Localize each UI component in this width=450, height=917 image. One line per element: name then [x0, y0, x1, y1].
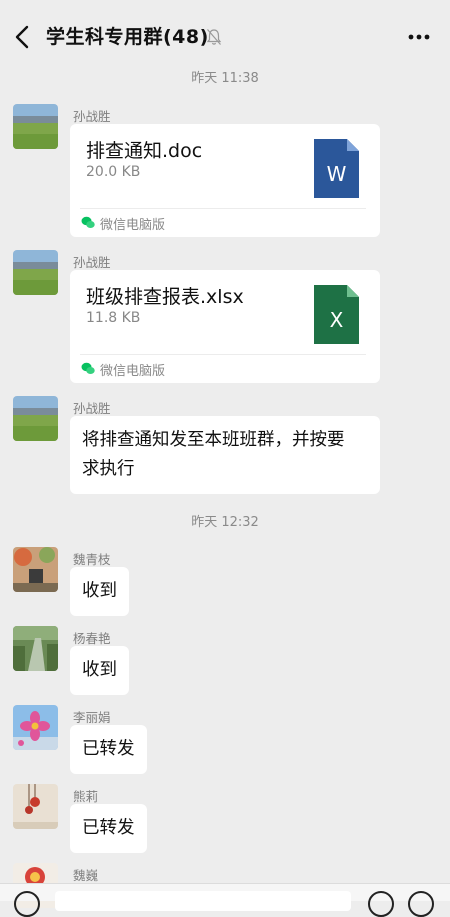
svg-text:X: X	[330, 308, 344, 332]
wechat-pc-icon	[81, 362, 95, 374]
file-name: 班级排查报表.xlsx	[86, 286, 244, 308]
voice-input-icon[interactable]	[14, 891, 40, 917]
sender-name: 孙战胜	[73, 109, 111, 124]
sender-name: 熊莉	[73, 789, 99, 804]
message-text-line: 求执行	[82, 459, 135, 479]
landscape-avatar-image	[13, 104, 58, 149]
chat-title: 学生科专用群(48)	[46, 26, 209, 48]
avatar[interactable]	[13, 626, 58, 671]
back-arrow-icon[interactable]	[12, 24, 34, 50]
more-options-icon[interactable]	[408, 34, 430, 40]
sender-name: 李丽娟	[73, 710, 111, 725]
avatar[interactable]	[13, 396, 58, 441]
text-message-bubble[interactable]: 将排查通知发至本班班群，并按要 求执行	[70, 416, 380, 494]
message-text: 收到	[82, 660, 117, 680]
sender-name: 魏青枝	[73, 552, 111, 567]
divider	[80, 354, 366, 355]
chat-header: 学生科专用群(48)	[0, 0, 450, 70]
emoji-icon[interactable]	[368, 891, 394, 917]
svg-text:W: W	[327, 162, 347, 186]
sender-name: 杨春艳	[73, 631, 111, 646]
flower-avatar-image	[13, 705, 58, 750]
sender-name: 魏巍	[73, 868, 99, 883]
message-text: 收到	[82, 581, 117, 601]
plus-icon[interactable]	[408, 891, 434, 917]
wechat-pc-icon	[81, 216, 95, 228]
divider	[80, 208, 366, 209]
word-doc-icon: W	[314, 139, 359, 198]
excel-xlsx-icon: X	[314, 285, 359, 344]
sender-name: 孙战胜	[73, 255, 111, 270]
input-bar	[0, 883, 450, 917]
text-message-bubble[interactable]: 已转发	[70, 804, 147, 853]
text-message-bubble[interactable]: 收到	[70, 567, 129, 616]
file-message-bubble[interactable]: 班级排查报表.xlsx 11.8 KB X 微信电脑版	[70, 270, 380, 383]
file-size: 11.8 KB	[86, 310, 141, 326]
landscape-avatar-image	[13, 396, 58, 441]
message-input[interactable]	[55, 891, 351, 911]
text-message-bubble[interactable]: 已转发	[70, 725, 147, 774]
file-source: 微信电脑版	[100, 364, 166, 379]
sender-name: 孙战胜	[73, 401, 111, 416]
message-text-line: 将排查通知发至本班班群，并按要	[82, 430, 345, 450]
still-life-avatar-image	[13, 784, 58, 829]
timestamp: 昨天 12:32	[191, 515, 259, 530]
muted-bell-icon	[206, 29, 222, 45]
landscape-avatar-image	[13, 250, 58, 295]
file-source: 微信电脑版	[100, 218, 166, 233]
timestamp: 昨天 11:38	[191, 71, 259, 86]
file-name: 排查通知.doc	[86, 140, 203, 162]
avatar[interactable]	[13, 250, 58, 295]
file-message-bubble[interactable]: 排查通知.doc 20.0 KB W 微信电脑版	[70, 124, 380, 237]
avatar[interactable]	[13, 547, 58, 592]
message-text: 已转发	[82, 818, 135, 838]
file-size: 20.0 KB	[86, 164, 141, 180]
photo-avatar-image	[13, 626, 58, 671]
photo-avatar-image	[13, 547, 58, 592]
message-text: 已转发	[82, 739, 135, 759]
avatar[interactable]	[13, 784, 58, 829]
text-message-bubble[interactable]: 收到	[70, 646, 129, 695]
avatar[interactable]	[13, 104, 58, 149]
avatar[interactable]	[13, 705, 58, 750]
